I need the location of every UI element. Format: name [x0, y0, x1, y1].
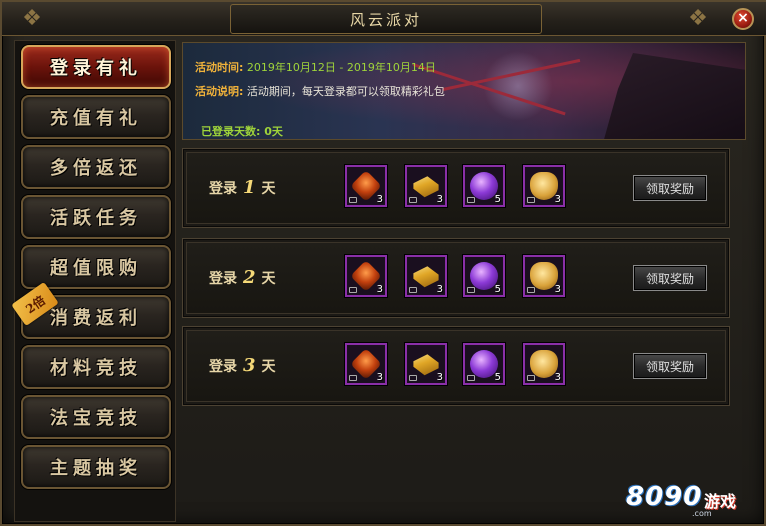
day-suffix: 天 [261, 359, 276, 375]
sidebar-item-multi-return[interactable]: 多倍返还 [21, 145, 171, 189]
item-count: 3 [436, 194, 443, 205]
bind-lock-icon [527, 375, 535, 381]
bind-lock-icon [349, 287, 357, 293]
fire-stone-icon[interactable]: 3 [345, 343, 387, 385]
reward-day-label: 登录 1 天 [209, 177, 276, 198]
item-count: 3 [436, 372, 443, 383]
sidebar-item-label: 多倍返还 [50, 158, 142, 179]
day-number: 3 [243, 355, 256, 376]
item-count: 5 [494, 194, 501, 205]
reward-day-label: 登录 2 天 [209, 267, 276, 288]
gold-token-icon[interactable]: 3 [523, 255, 565, 297]
sidebar-item-active-tasks[interactable]: 活跃任务 [21, 195, 171, 239]
purple-orb-icon[interactable]: 5 [463, 165, 505, 207]
bind-lock-icon [349, 197, 357, 203]
item-count: 3 [376, 284, 383, 295]
event-time-label: 活动时间: [195, 61, 244, 74]
item-count: 3 [554, 284, 561, 295]
event-time-value: 2019年10月12日 - 2019年10月14日 [246, 61, 436, 74]
sidebar-item-recharge-gift[interactable]: 充值有礼 [21, 95, 171, 139]
sidebar-item-theme-lottery[interactable]: 主题抽奖 [21, 445, 171, 489]
reward-day-label: 登录 3 天 [209, 355, 276, 376]
watermark-domain: .com [692, 509, 712, 518]
claim-reward-button[interactable]: 领取奖励 [633, 175, 707, 201]
right-ornament-icon: ❖ [688, 6, 708, 31]
bind-lock-icon [349, 375, 357, 381]
gold-ingot-icon[interactable]: 3 [405, 255, 447, 297]
bind-lock-icon [467, 287, 475, 293]
sidebar: 登录有礼 充值有礼 多倍返还 活跃任务 超值限购 2倍 消费返利 材料竞技 法宝… [11, 40, 176, 522]
day-suffix: 天 [261, 181, 276, 197]
login-days-value: 0天 [264, 125, 283, 138]
day-number: 2 [243, 267, 256, 288]
day-number: 1 [243, 177, 256, 198]
sidebar-item-label: 充值有礼 [50, 108, 142, 129]
purple-orb-icon[interactable]: 5 [463, 343, 505, 385]
gold-ingot-icon[interactable]: 3 [405, 165, 447, 207]
item-count: 3 [376, 372, 383, 383]
login-days: 已登录天数: 0天 [201, 123, 283, 139]
moon-glow [483, 51, 553, 121]
reward-row: 登录 2 天 3 3 5 3 领取奖励 [182, 238, 730, 318]
gold-ingot-icon[interactable]: 3 [405, 343, 447, 385]
item-count: 3 [554, 372, 561, 383]
sidebar-item-spend-rebate[interactable]: 2倍 消费返利 [11, 281, 171, 339]
item-count: 3 [436, 284, 443, 295]
event-description: 活动说明: 活动期间，每天登录都可以领取精彩礼包 [195, 83, 445, 99]
item-count: 3 [554, 194, 561, 205]
sidebar-item-label: 消费返利 [50, 308, 142, 329]
reward-row: 登录 3 天 3 3 5 3 领取奖励 [182, 326, 730, 406]
sidebar-item-treasure-contest[interactable]: 法宝竞技 [21, 395, 171, 439]
pagoda-roof-art [603, 53, 745, 139]
title-bar: ❖ 风云派对 ❖ × [2, 2, 766, 36]
event-banner: 活动时间: 2019年10月12日 - 2019年10月14日 活动说明: 活动… [182, 42, 746, 140]
event-window: ❖ 风云派对 ❖ × 登录有礼 充值有礼 多倍返还 活跃任务 超值限购 2倍 消… [0, 0, 766, 526]
event-desc-value: 活动期间，每天登录都可以领取精彩礼包 [246, 85, 445, 98]
sidebar-item-label: 法宝竞技 [50, 408, 142, 429]
bind-lock-icon [409, 197, 417, 203]
badge-label: 2倍 [22, 292, 48, 316]
sidebar-item-label: 登录有礼 [50, 58, 142, 79]
sidebar-item-label: 材料竞技 [50, 358, 142, 379]
bind-lock-icon [467, 375, 475, 381]
sidebar-item-material-contest[interactable]: 材料竞技 [21, 345, 171, 389]
bind-lock-icon [409, 287, 417, 293]
bind-lock-icon [409, 375, 417, 381]
item-count: 5 [494, 372, 501, 383]
login-days-label: 已登录天数: [201, 125, 261, 138]
day-prefix: 登录 [209, 181, 237, 197]
claim-reward-button[interactable]: 领取奖励 [633, 353, 707, 379]
day-suffix: 天 [261, 271, 276, 287]
watermark-digits: 8090 [626, 482, 703, 512]
claim-reward-button[interactable]: 领取奖励 [633, 265, 707, 291]
gold-token-icon[interactable]: 3 [523, 343, 565, 385]
event-time: 活动时间: 2019年10月12日 - 2019年10月14日 [195, 59, 436, 75]
gold-token-icon[interactable]: 3 [523, 165, 565, 207]
left-ornament-icon: ❖ [22, 6, 42, 31]
item-count: 5 [494, 284, 501, 295]
day-prefix: 登录 [209, 359, 237, 375]
close-button[interactable]: × [732, 8, 754, 30]
item-count: 3 [376, 194, 383, 205]
reward-row: 登录 1 天 3 3 5 3 领取奖励 [182, 148, 730, 228]
bind-lock-icon [467, 197, 475, 203]
sidebar-item-label: 主题抽奖 [50, 458, 142, 479]
sidebar-item-label: 超值限购 [50, 258, 142, 279]
bind-lock-icon [527, 197, 535, 203]
bind-lock-icon [527, 287, 535, 293]
sidebar-item-label: 活跃任务 [50, 208, 142, 229]
event-desc-label: 活动说明: [195, 85, 244, 98]
purple-orb-icon[interactable]: 5 [463, 255, 505, 297]
day-prefix: 登录 [209, 271, 237, 287]
title-plate: 风云派对 [230, 4, 542, 34]
fire-stone-icon[interactable]: 3 [345, 255, 387, 297]
fire-stone-icon[interactable]: 3 [345, 165, 387, 207]
site-watermark-logo: 8090 游戏 .com [626, 480, 756, 520]
window-title: 风云派对 [349, 10, 422, 29]
sidebar-item-login-gift[interactable]: 登录有礼 [21, 45, 171, 89]
